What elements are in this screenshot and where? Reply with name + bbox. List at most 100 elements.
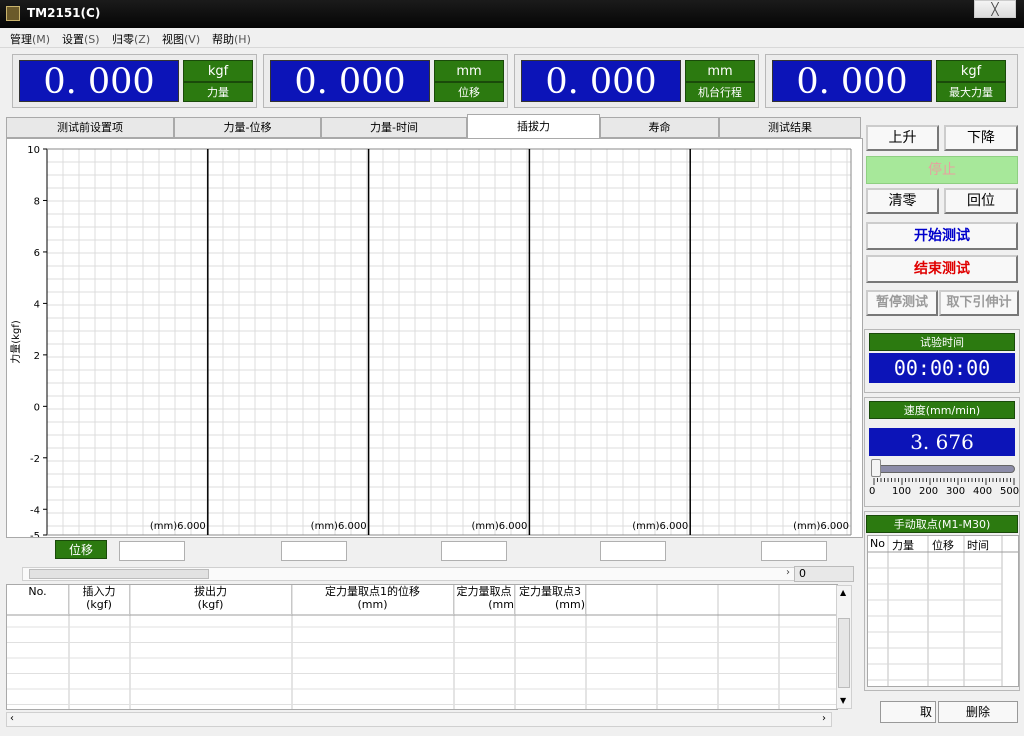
mp-col-time: 时间	[967, 539, 989, 552]
y-tick-label: 10	[27, 145, 40, 156]
scroll-down-arrow-icon[interactable]: ▼	[840, 696, 846, 705]
force-display-panel: 0. 000 kgf 力量	[12, 54, 257, 108]
speed-slider-thumb[interactable]	[870, 459, 881, 477]
max-force-label: 最大力量	[936, 82, 1006, 102]
x-panel-label: (mm)6.000	[793, 521, 849, 532]
force-unit: kgf	[183, 60, 253, 82]
table-hscrollbar[interactable]: ‹ ›	[6, 712, 832, 727]
max-force-unit: kgf	[936, 60, 1006, 82]
close-button[interactable]: ╳	[974, 0, 1016, 18]
y-tick-label: 4	[34, 299, 40, 310]
y-tick-label: 8	[34, 196, 40, 207]
speed-scale: 0 100 200 300 400 500	[868, 486, 1022, 500]
speed-tick-label: 400	[973, 486, 993, 497]
down-button[interactable]: 下降	[944, 125, 1018, 151]
panel-3-field[interactable]	[441, 541, 507, 561]
col-header-insert-force: 插入力 (kgf)	[69, 585, 130, 615]
window-title: TM2151(C)	[27, 6, 101, 20]
scroll-left-arrow-icon[interactable]: ‹	[10, 713, 14, 724]
x-panel-label: (mm)6.000	[471, 521, 527, 532]
panel-2-field[interactable]	[281, 541, 347, 561]
stop-button[interactable]: 停止	[866, 156, 1018, 184]
force-value: 0. 000	[19, 60, 179, 102]
displacement-unit: mm	[434, 60, 504, 82]
displacement-label: 位移	[434, 82, 504, 102]
y-tick-label: -5	[30, 531, 40, 537]
mp-col-no: No	[870, 537, 885, 550]
mp-col-force: 力量	[892, 539, 914, 552]
menu-view[interactable]: 视图(V)	[162, 31, 200, 47]
scroll-right-arrow-icon[interactable]: ›	[786, 567, 790, 578]
speed-tick-label: 300	[946, 486, 966, 497]
chart-scroll-thumb[interactable]	[29, 569, 209, 579]
displacement-tag: 位移	[55, 540, 107, 559]
stroke-display-panel: 0. 000 mm 机台行程	[514, 54, 759, 108]
chart-scrollbar[interactable]: ›	[22, 567, 797, 581]
x-panel-label: (mm)6.000	[311, 521, 367, 532]
panel-1-field[interactable]	[119, 541, 185, 561]
menu-manage[interactable]: 管理(M)	[10, 31, 50, 47]
speed-tick-label: 100	[892, 486, 912, 497]
y-tick-label: -2	[30, 454, 40, 465]
menu-help[interactable]: 帮助(H)	[212, 31, 251, 47]
max-force-display-panel: 0. 000 kgf 最大力量	[765, 54, 1018, 108]
scroll-right-arrow-icon[interactable]: ›	[822, 713, 826, 724]
speed-value: 3. 676	[869, 428, 1015, 456]
end-test-button[interactable]: 结束测试	[866, 255, 1018, 283]
x-panel-label: (mm)6.000	[150, 521, 206, 532]
tab-lifetime[interactable]: 寿命	[600, 117, 719, 138]
title-bar: TM2151(C) ╳	[0, 0, 1024, 28]
zero-button[interactable]: 清零	[866, 188, 939, 214]
pause-test-button[interactable]: 暂停测试	[866, 290, 938, 316]
tab-pretest-settings[interactable]: 测试前设置项	[6, 117, 174, 138]
y-tick-label: 2	[34, 351, 40, 362]
manual-points-table: No 力量 位移 时间	[867, 535, 1019, 687]
menu-settings[interactable]: 设置(S)	[62, 31, 100, 47]
speed-slider-ticks	[873, 478, 1015, 485]
mp-col-displacement: 位移	[932, 539, 954, 552]
y-tick-label: 0	[34, 402, 40, 413]
menu-zero[interactable]: 归零(Z)	[112, 31, 150, 47]
displacement-value: 0. 000	[270, 60, 430, 102]
tab-force-displacement[interactable]: 力量-位移	[174, 117, 321, 138]
table-vscrollbar[interactable]: ▲ ▼	[836, 585, 852, 709]
force-label: 力量	[183, 82, 253, 102]
table-scroll-thumb[interactable]	[838, 618, 850, 688]
manual-points-grid	[868, 536, 1018, 686]
col-header-point1-displacement: 定力量取点1的位移 (mm)	[292, 585, 454, 615]
stroke-unit: mm	[685, 60, 755, 82]
tab-test-results[interactable]: 测试结果	[719, 117, 861, 138]
displacement-display-panel: 0. 000 mm 位移	[263, 54, 508, 108]
stroke-value: 0. 000	[521, 60, 681, 102]
start-test-button[interactable]: 开始测试	[866, 222, 1018, 250]
manual-points-title: 手动取点(M1-M30)	[866, 515, 1018, 533]
col-header-point2: 定力量取点 (mm	[454, 585, 515, 615]
col-header-extract-force: 拔出力 (kgf)	[130, 585, 292, 615]
tab-force-time[interactable]: 力量-时间	[321, 117, 467, 138]
timer-label: 试验时间	[869, 333, 1015, 351]
speed-tick-label: 0	[869, 486, 876, 497]
col-header-point3: 定力量取点3 (mm)	[515, 585, 586, 615]
take-point-button[interactable]: 取	[880, 701, 936, 723]
app-icon	[6, 6, 20, 21]
panel-5-field[interactable]	[761, 541, 827, 561]
y-tick-label: 6	[34, 248, 40, 259]
reset-position-button[interactable]: 回位	[944, 188, 1018, 214]
x-panel-label: (mm)6.000	[632, 521, 688, 532]
remove-extensometer-button[interactable]: 取下引伸计	[939, 290, 1019, 316]
speed-slider-track[interactable]	[873, 465, 1015, 473]
y-tick-label: -4	[30, 505, 40, 516]
chart-scroll-value: 0	[794, 566, 854, 582]
up-button[interactable]: 上升	[866, 125, 939, 151]
speed-tick-label: 200	[919, 486, 939, 497]
stroke-label: 机台行程	[685, 82, 755, 102]
scroll-up-arrow-icon[interactable]: ▲	[840, 588, 846, 597]
panel-4-field[interactable]	[600, 541, 666, 561]
menu-bar: 管理(M) 设置(S) 归零(Z) 视图(V) 帮助(H)	[0, 28, 1024, 48]
y-axis-label: 力量(kgf)	[9, 320, 22, 364]
tab-insertion-extraction[interactable]: 插拔力	[467, 114, 600, 139]
timer-value: 00:00:00	[869, 353, 1015, 383]
delete-point-button[interactable]: 删除	[938, 701, 1018, 723]
col-header-no: No.	[7, 585, 69, 615]
force-chart: 10 8 6 4 2 0 -2 -4 -5 力量(kgf) (mm)6.000 (mm)6.000 (m…	[9, 145, 852, 542]
